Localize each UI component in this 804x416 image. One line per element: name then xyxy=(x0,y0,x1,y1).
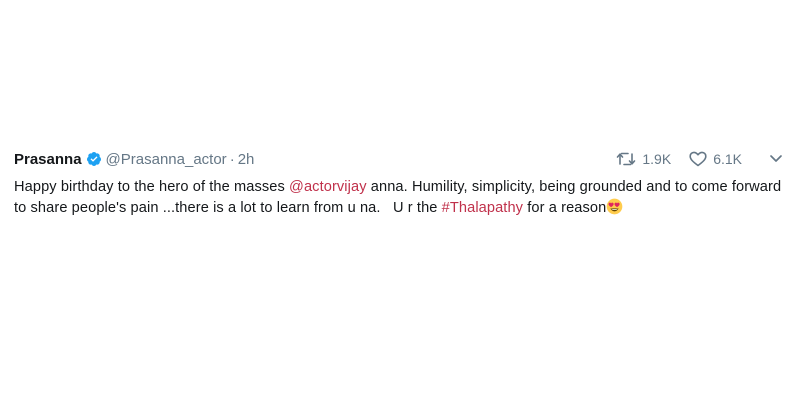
retweet-button[interactable]: 1.9K xyxy=(616,151,671,167)
retweet-count: 1.9K xyxy=(642,151,672,167)
tweet-header: Prasanna @Prasanna_actor · 2h 1.9K 6.1K xyxy=(14,147,784,171)
tweet-text: Happy birthday to the hero of the masses… xyxy=(14,177,784,219)
separator-dot: · xyxy=(229,150,235,168)
heart-icon xyxy=(689,151,707,167)
like-count: 6.1K xyxy=(713,151,742,167)
more-options-button[interactable] xyxy=(768,150,784,169)
tweet-actions: 1.9K 6.1K xyxy=(598,150,784,169)
like-button[interactable]: 6.1K xyxy=(689,151,742,167)
tweet-text-part1: Happy birthday to the hero of the masses xyxy=(14,179,290,195)
verified-badge-icon xyxy=(86,151,102,167)
retweet-icon xyxy=(616,151,636,167)
heart-eyes-emoji-icon xyxy=(606,198,623,215)
tweet-text-part3: for a reason xyxy=(523,200,607,216)
author-name[interactable]: Prasanna xyxy=(14,151,82,168)
hashtag-link[interactable]: #Thalapathy xyxy=(442,200,523,216)
mention-link[interactable]: @actorvijay xyxy=(289,179,367,195)
author-handle[interactable]: @Prasanna_actor xyxy=(106,151,227,168)
tweet-time[interactable]: 2h xyxy=(238,151,255,168)
chevron-down-icon xyxy=(768,150,784,169)
tweet: Prasanna @Prasanna_actor · 2h 1.9K 6.1K … xyxy=(14,147,784,219)
